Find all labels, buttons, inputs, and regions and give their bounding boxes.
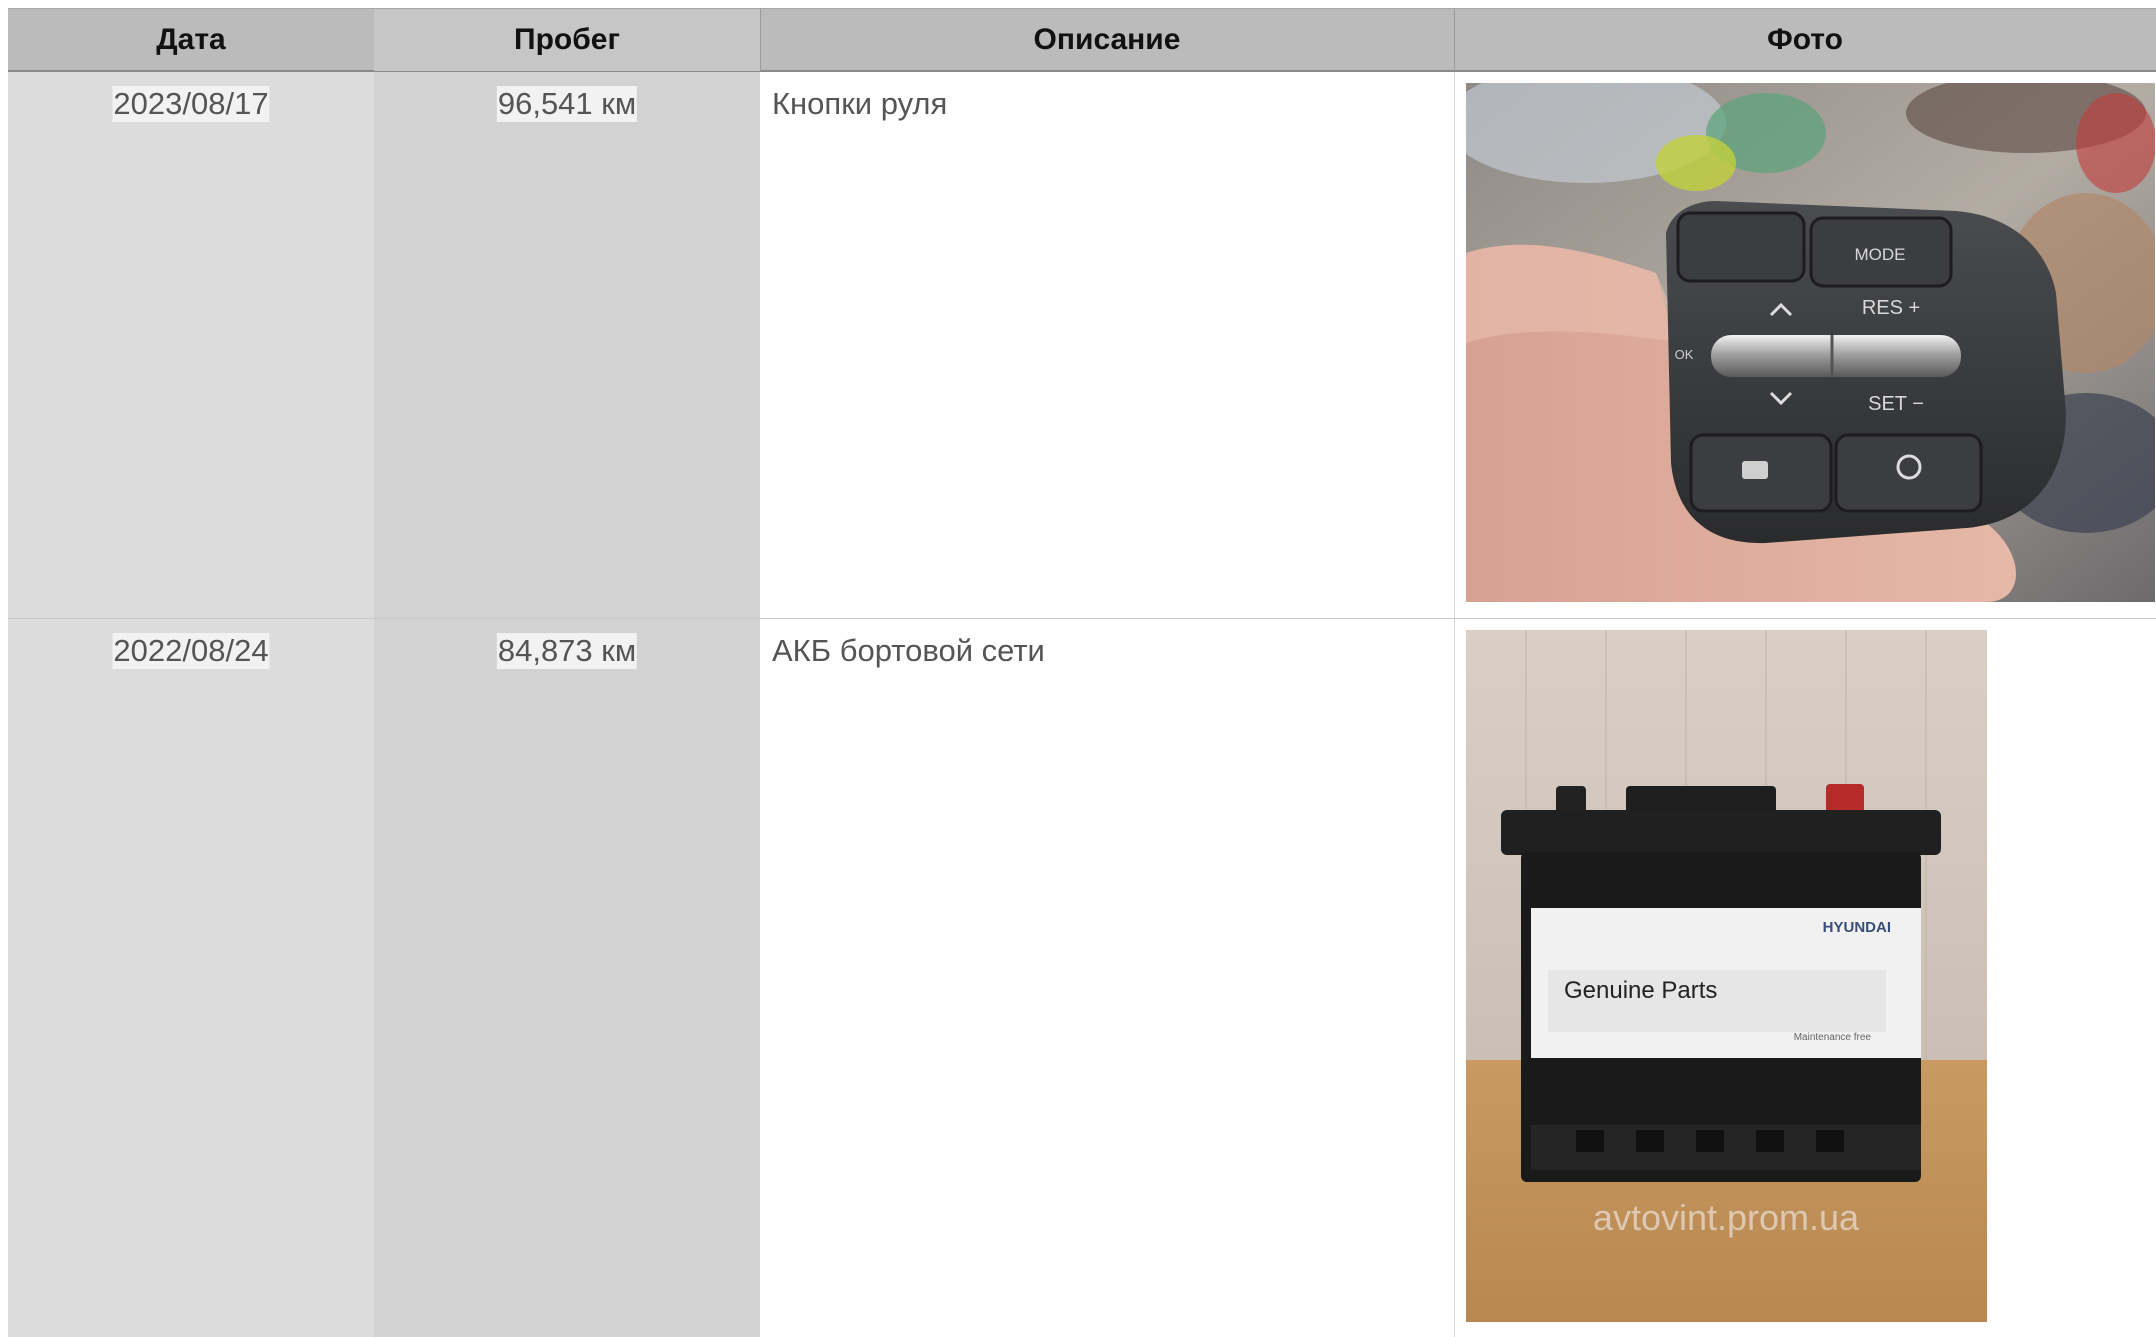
table-header: Дата Пробег Описание Фото — [8, 8, 2156, 72]
header-mileage[interactable]: Пробег — [374, 9, 760, 71]
cell-photo: HYUNDAI Genuine Parts Maintenance free a… — [1454, 619, 2156, 1337]
cell-date: 2023/08/17 — [8, 72, 374, 618]
cell-date: 2022/08/24 — [8, 619, 374, 1337]
cell-photo: MODE RES + SET − OK — [1454, 72, 2156, 618]
description-value: АКБ бортовой сети — [772, 633, 1045, 668]
brand-label: HYUNDAI — [1823, 919, 1891, 936]
note-label: Maintenance free — [1794, 1032, 1872, 1043]
date-value: 2022/08/24 — [112, 633, 270, 669]
header-date[interactable]: Дата — [8, 9, 374, 71]
table-row[interactable]: 2023/08/17 96,541 км Кнопки руля MODE RE… — [8, 72, 2156, 618]
set-label: SET − — [1868, 393, 1924, 415]
res-label: RES + — [1862, 297, 1920, 319]
date-value: 2023/08/17 — [112, 86, 270, 122]
cell-mileage: 96,541 км — [374, 72, 760, 618]
product-label: Genuine Parts — [1564, 977, 1717, 1004]
header-description[interactable]: Описание — [760, 9, 1454, 71]
cell-description: АКБ бортовой сети — [760, 619, 1454, 1337]
watermark-text: avtovint.prom.ua — [1593, 1197, 1860, 1238]
car-battery-photo[interactable]: HYUNDAI Genuine Parts Maintenance free a… — [1466, 630, 1987, 1322]
mileage-value: 84,873 км — [496, 633, 638, 669]
ok-label: OK — [1675, 347, 1694, 362]
cell-mileage: 84,873 км — [374, 619, 760, 1337]
mode-label: MODE — [1855, 245, 1906, 264]
steering-wheel-buttons-photo[interactable]: MODE RES + SET − OK — [1466, 83, 2155, 602]
description-value: Кнопки руля — [772, 86, 948, 121]
cell-description: Кнопки руля — [760, 72, 1454, 618]
service-history-table: Дата Пробег Описание Фото 2023/08/17 96,… — [8, 8, 2156, 1337]
mileage-value: 96,541 км — [496, 86, 638, 122]
header-photo[interactable]: Фото — [1454, 9, 2156, 71]
table-row[interactable]: 2022/08/24 84,873 км АКБ бортовой сети H… — [8, 619, 2156, 1337]
